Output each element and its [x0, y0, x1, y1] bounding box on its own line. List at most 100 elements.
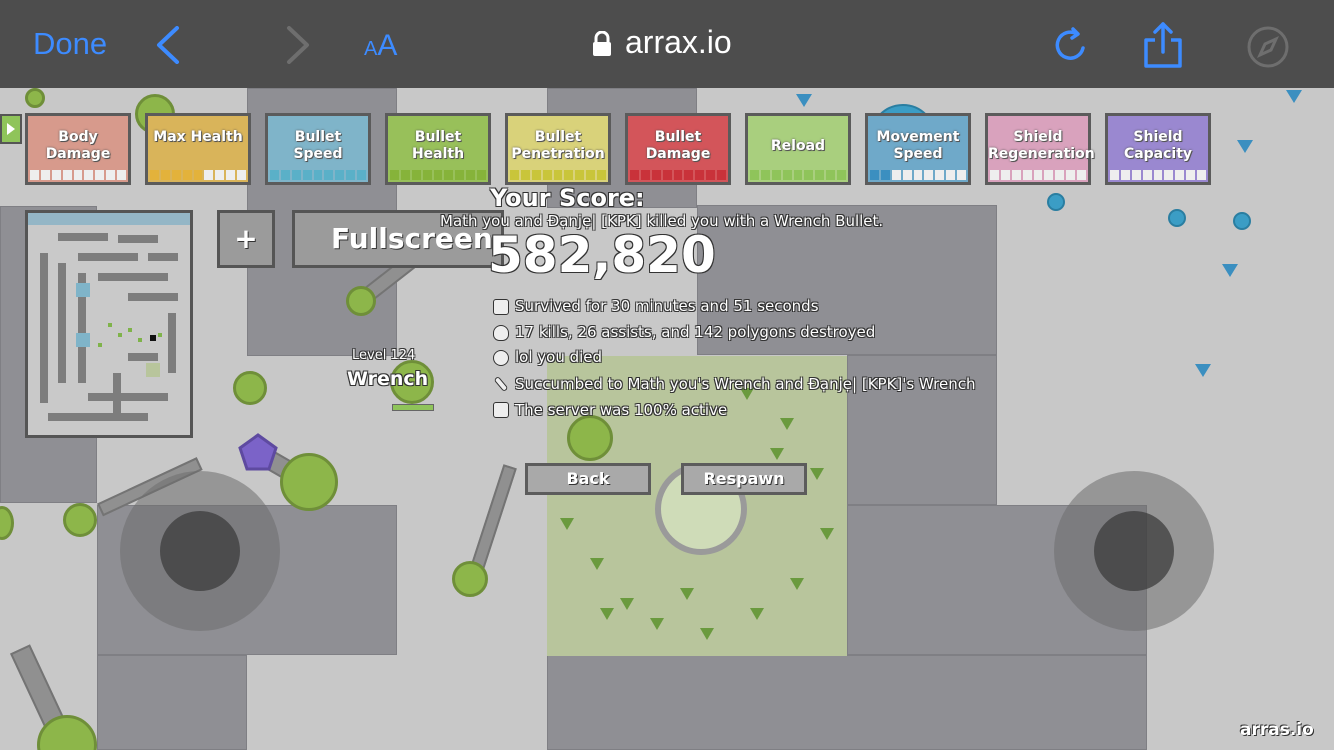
browser-toolbar: Done AA arrax.io — [0, 0, 1334, 88]
upgrade-bullet-penetration[interactable]: Bullet Penetration — [505, 113, 611, 185]
blue-bullet — [1168, 209, 1186, 227]
upgrade-shield-capacity[interactable]: Shield Capacity — [1105, 113, 1211, 185]
forward-arrow-icon[interactable] — [285, 26, 311, 64]
minimap-wall — [118, 235, 158, 243]
compass-icon[interactable] — [1246, 25, 1290, 69]
wall-block — [547, 655, 1147, 750]
wall-block — [97, 655, 247, 750]
upgrade-bullet-health[interactable]: Bullet Health — [385, 113, 491, 185]
upgrade-level-bar — [1110, 170, 1207, 180]
minimap-player — [158, 333, 162, 337]
upgrade-level-bar — [270, 170, 367, 180]
blue-drone-triangle — [796, 94, 812, 107]
drone-triangle — [590, 558, 604, 570]
minimap-wall — [58, 233, 108, 241]
upgrade-max-health[interactable]: Max Health — [145, 113, 251, 185]
sword-icon — [493, 375, 509, 393]
game-canvas[interactable]: Body Damage Max Health Bullet Speed Bull… — [0, 88, 1334, 750]
minimap-wall — [113, 373, 121, 413]
player-level: Level 124 — [352, 348, 416, 363]
blue-drone-triangle — [1237, 140, 1253, 153]
player-class-name: Wrench — [347, 368, 429, 390]
back-button[interactable]: Back — [525, 463, 651, 495]
drone-triangle — [680, 588, 694, 600]
stat-died: lol you died — [515, 348, 603, 366]
plus-button[interactable]: + — [217, 210, 275, 268]
minimap-green-base — [146, 363, 160, 377]
green-tank — [346, 286, 376, 316]
green-tank — [567, 415, 613, 461]
upgrade-reload[interactable]: Reload — [745, 113, 851, 185]
minimap-wall — [148, 253, 178, 261]
text-size-button[interactable]: AA — [364, 29, 397, 63]
green-tank — [63, 503, 97, 537]
drone-triangle — [750, 608, 764, 620]
green-tank — [0, 506, 14, 540]
blue-drone-triangle — [1195, 364, 1211, 377]
reload-icon[interactable] — [1053, 26, 1089, 64]
upgrade-bullet-damage[interactable]: Bullet Damage — [625, 113, 731, 185]
minimap-wall — [58, 263, 66, 383]
upgrade-level-bar — [990, 170, 1087, 180]
minimap-header — [28, 213, 190, 225]
url-text[interactable]: arrax.io — [625, 24, 732, 61]
back-arrow-icon[interactable] — [155, 26, 181, 64]
aim-joystick-knob[interactable] — [1094, 511, 1174, 591]
upgrade-level-bar — [150, 170, 247, 180]
drone-triangle — [780, 418, 794, 430]
stat-upgrade-bar: Body Damage Max Health Bullet Speed Bull… — [25, 113, 1212, 185]
minimap-self-marker — [150, 335, 156, 341]
minimap-wall — [78, 253, 138, 261]
upgrade-level-bar — [30, 170, 127, 180]
respawn-button[interactable]: Respawn — [681, 463, 807, 495]
server-icon — [493, 402, 509, 418]
upgrade-level-bar — [750, 170, 847, 180]
blue-drone-triangle — [1286, 90, 1302, 103]
drone-triangle — [620, 598, 634, 610]
drone-triangle — [700, 628, 714, 640]
drone-triangle — [650, 618, 664, 630]
upgrade-bullet-speed[interactable]: Bullet Speed — [265, 113, 371, 185]
share-icon[interactable] — [1143, 20, 1183, 70]
upgrade-level-bar — [630, 170, 727, 180]
minimap-player — [118, 333, 122, 337]
stat-succumbed: Succumbed to Math you's Wrench and Đạnjẹ… — [515, 375, 976, 393]
upgrade-level-bar — [510, 170, 607, 180]
drone-triangle — [820, 528, 834, 540]
drone-triangle — [810, 468, 824, 480]
minimap-blue-base — [76, 333, 90, 347]
minimap-wall — [128, 353, 158, 361]
move-joystick-knob[interactable] — [160, 511, 240, 591]
upgrade-body-damage[interactable]: Body Damage — [25, 113, 131, 185]
score-title: Your Score: — [490, 184, 645, 212]
minimap-player — [128, 328, 132, 332]
minimap-wall — [128, 293, 178, 301]
stat-kills: 17 kills, 26 assists, and 142 polygons d… — [515, 323, 876, 341]
minimap-wall — [48, 413, 148, 421]
upgrade-level-bar — [870, 170, 967, 180]
upgrade-shield-regeneration[interactable]: Shield Regeneration — [985, 113, 1095, 185]
minimap-player — [108, 323, 112, 327]
minimap-wall — [168, 313, 176, 373]
minimap-player — [98, 343, 102, 347]
green-tank — [452, 561, 488, 597]
blue-drone-triangle — [1222, 264, 1238, 277]
pentagon-polygon — [238, 433, 278, 471]
upgrade-toggle-tab[interactable] — [0, 114, 22, 144]
drone-triangle — [600, 608, 614, 620]
drone-triangle — [790, 578, 804, 590]
minimap-player — [138, 338, 142, 342]
green-tank — [280, 453, 338, 511]
play-arrow-icon — [7, 123, 15, 135]
upgrade-movement-speed[interactable]: Movement Speed — [865, 113, 971, 185]
green-tank — [233, 371, 267, 405]
minimap[interactable] — [25, 210, 193, 438]
drone-triangle — [770, 448, 784, 460]
stat-survived: Survived for 30 minutes and 51 seconds — [515, 297, 819, 315]
drone-triangle — [560, 518, 574, 530]
done-button[interactable]: Done — [33, 26, 107, 62]
minimap-wall — [88, 393, 168, 401]
minimap-wall — [98, 273, 168, 281]
player-health-bar — [392, 404, 434, 411]
skull-icon — [493, 350, 509, 366]
